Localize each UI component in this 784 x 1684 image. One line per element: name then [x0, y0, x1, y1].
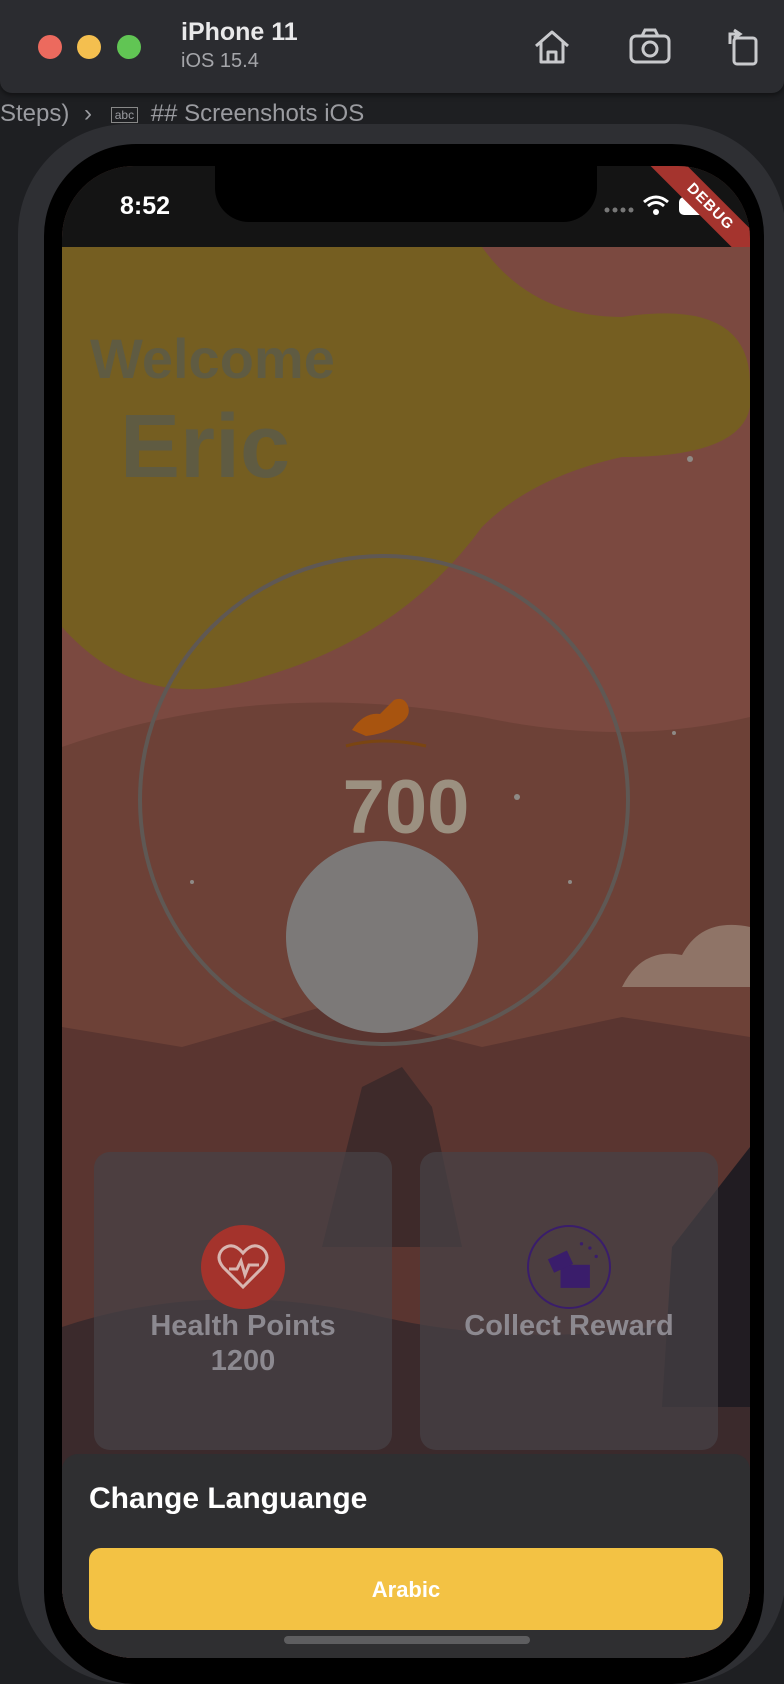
phone-screen: 8:52 DEBUG Welcome Eric 700 Health Point…	[62, 166, 750, 1658]
home-indicator[interactable]	[284, 1636, 530, 1644]
collect-reward-card[interactable]: Collect Reward	[420, 1152, 718, 1450]
health-points-value: 1200	[210, 1345, 276, 1377]
minimize-window-button[interactable]	[77, 35, 101, 59]
breadcrumb-heading: ## Screenshots iOS	[150, 100, 365, 127]
change-language-sheet: Change Languange Arabic	[62, 1454, 750, 1658]
wifi-icon	[643, 195, 669, 215]
status-bar: 8:52 DEBUG	[62, 166, 750, 273]
heart-pulse-icon	[201, 1225, 285, 1309]
welcome-label: Welcome	[90, 327, 335, 390]
camera-icon[interactable]	[626, 22, 674, 70]
zoom-window-button[interactable]	[117, 35, 141, 59]
close-window-button[interactable]	[38, 35, 62, 59]
status-time: 8:52	[120, 192, 171, 220]
cellular-signal-icon	[604, 207, 634, 213]
simulator-titlebar: iPhone 11 iOS 15.4	[0, 0, 784, 93]
shoe-icon	[345, 698, 427, 748]
home-icon[interactable]	[528, 22, 576, 70]
card-title: Health Points	[150, 1310, 336, 1342]
arabic-language-button[interactable]: Arabic	[89, 1548, 723, 1630]
notch	[215, 166, 597, 222]
sheet-title: Change Languange	[89, 1482, 368, 1515]
markdown-icon: abc	[110, 106, 139, 123]
chevron-right-icon: ›	[84, 100, 93, 127]
device-os-version: iOS 15.4	[181, 50, 259, 72]
health-points-card[interactable]: Health Points 1200	[94, 1152, 392, 1450]
user-name: Eric	[120, 397, 291, 497]
card-title: Collect Reward	[464, 1310, 674, 1342]
breadcrumb-part: Steps)	[0, 100, 70, 127]
device-name: iPhone 11	[181, 18, 298, 46]
step-count: 700	[342, 765, 470, 850]
rotate-icon[interactable]	[720, 22, 768, 70]
gift-icon	[527, 1225, 611, 1309]
